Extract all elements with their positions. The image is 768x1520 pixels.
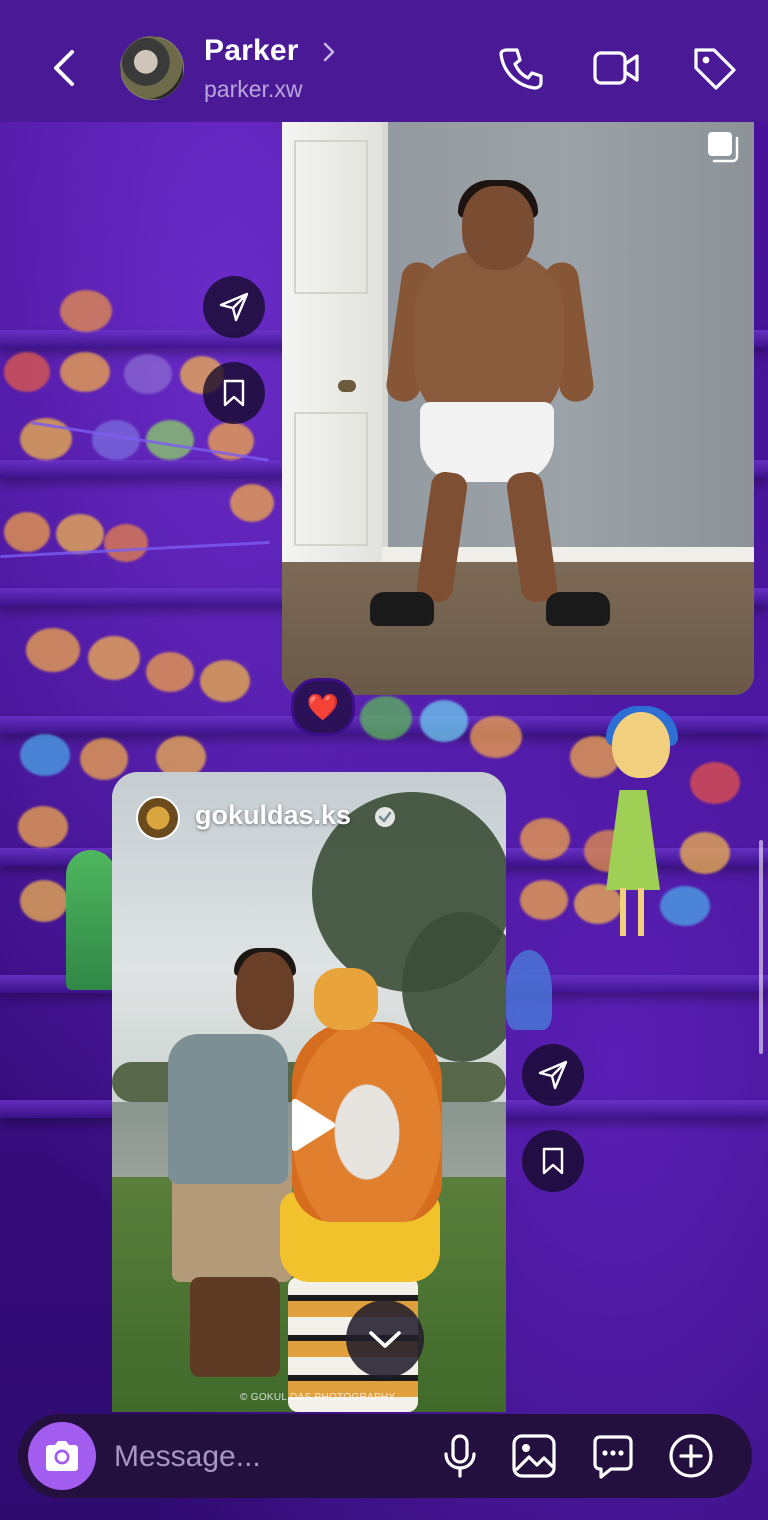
share-photo-button[interactable] [203,276,265,338]
back-arrow-icon [54,50,74,86]
photo-watermark: © GOKUL DAS PHOTOGRAPHY [240,1392,396,1403]
share-reel-button[interactable] [522,1044,584,1106]
save-reel-button[interactable] [522,1130,584,1192]
tag-icon[interactable] [690,44,738,92]
add-circle-icon[interactable] [667,1432,715,1480]
image-icon[interactable] [510,1432,558,1480]
bookmark-icon [542,1147,564,1175]
back-button[interactable] [44,46,84,90]
scrollbar[interactable] [759,840,763,1054]
chat-sticker-icon[interactable] [589,1432,637,1480]
contact-handle: parker.xw [204,76,303,102]
chat-header: Parker parker.xw [0,0,768,122]
save-photo-button[interactable] [203,362,265,424]
shared-photo-message[interactable] [282,122,754,695]
chevron-right-icon[interactable] [321,40,337,64]
play-icon[interactable] [284,1098,338,1152]
chevron-down-icon [369,1331,401,1348]
microphone-icon[interactable] [436,1432,484,1480]
heart-reaction[interactable]: ❤️ [291,678,355,736]
contact-name[interactable]: Parker [204,34,299,68]
video-camera-icon[interactable] [592,44,640,92]
verified-badge-icon [375,807,395,827]
phone-icon[interactable] [497,44,545,92]
reel-author-username[interactable]: gokuldas.ks [195,800,351,831]
camera-icon [46,1441,78,1471]
message-input[interactable] [112,1434,426,1480]
camera-button[interactable] [28,1422,96,1490]
contact-avatar[interactable] [120,36,184,100]
send-icon [219,292,249,322]
scroll-to-bottom-button[interactable] [346,1300,424,1378]
reel-author-avatar[interactable] [136,796,180,840]
bookmark-icon [223,379,245,407]
multiple-photos-icon [708,132,739,163]
shared-reel-message[interactable]: gokuldas.ks © GOKUL DAS PHOTOGRAPHY [112,772,506,1412]
send-icon [538,1060,568,1090]
